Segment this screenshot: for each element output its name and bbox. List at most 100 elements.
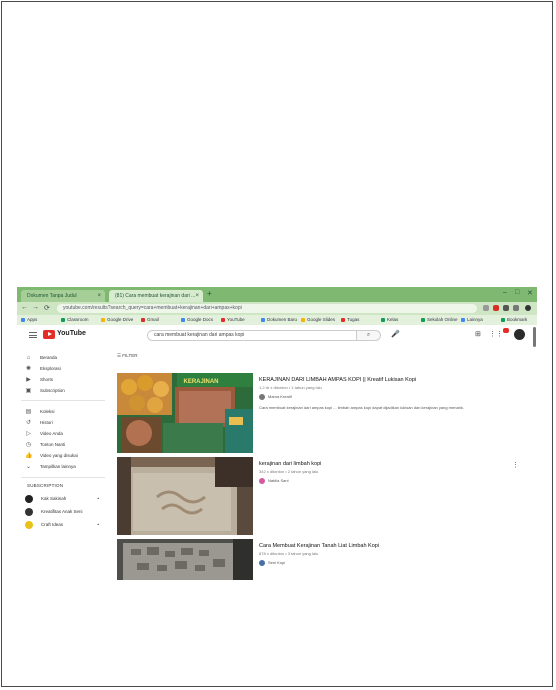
channel-avatar xyxy=(25,507,33,516)
search-result[interactable]: KERAJINAN KERAJINAN DARI LIMBAH AMPAS KO… xyxy=(117,373,527,453)
bookmark-label: Kelas xyxy=(387,317,399,322)
browser-tab-2[interactable]: (81) Cara membuat kerajinan dari ... × xyxy=(109,290,203,302)
bookmark-item[interactable]: Gmail xyxy=(141,316,159,324)
bookmark-item[interactable]: Sekolah Online xyxy=(421,316,458,324)
close-icon[interactable]: × xyxy=(97,290,101,302)
bookmark-item[interactable]: Dokumen Baru xyxy=(261,316,297,324)
subscription-item[interactable]: Kreatifitas Anak Seni xyxy=(25,507,105,517)
scrollbar[interactable] xyxy=(533,327,536,347)
search-result[interactable]: kerajinan dari limbah kopi 342 x ditonto… xyxy=(117,457,527,535)
sidebar-item-shorts[interactable]: ▶ Shorts xyxy=(25,375,105,385)
profile-icon[interactable] xyxy=(525,305,531,311)
menu-icon[interactable] xyxy=(29,332,37,338)
channel-avatar xyxy=(259,394,265,400)
more-options-icon[interactable]: ⋮ xyxy=(512,461,519,469)
video-thumbnail[interactable] xyxy=(117,539,253,580)
sidebar-item-history[interactable]: ↺ Histori xyxy=(25,418,105,428)
extension-icon[interactable] xyxy=(493,305,499,311)
subscription-item[interactable]: Craft Ideas • xyxy=(25,520,105,530)
sidebar-item-label: Video Anda xyxy=(40,431,63,436)
microphone-icon[interactable]: 🎤 xyxy=(391,330,400,338)
bookmark-label: Bookmark xyxy=(507,317,528,322)
bookmark-item[interactable]: Google Docs xyxy=(181,316,213,324)
sidebar-item-label: Tonton Nanti xyxy=(40,442,66,447)
bookmark-item[interactable]: Google Drive xyxy=(101,316,133,324)
home-icon: ⌂ xyxy=(26,355,31,361)
bookmark-item[interactable]: Lainnya xyxy=(461,316,483,324)
sidebar-item-watch-later[interactable]: ◷ Tonton Nanti xyxy=(25,440,105,450)
bookmark-item[interactable]: Kelas xyxy=(381,316,398,324)
video-thumbnail[interactable] xyxy=(117,457,253,535)
video-title[interactable]: kerajinan dari limbah kopi xyxy=(259,461,321,467)
channel-avatar xyxy=(259,560,265,566)
reload-button[interactable]: ⟳ xyxy=(44,304,50,312)
apps-icon[interactable]: ⋮⋮ xyxy=(489,330,503,338)
bookmark-item[interactable]: Bookmark xyxy=(501,316,527,324)
browser-screenshot: Dokumen Tanpa Judul × (81) Cara membuat … xyxy=(17,287,537,580)
channel-label: Nabila Sani xyxy=(268,478,289,484)
channel-name[interactable]: Seni Kopi xyxy=(259,560,285,566)
video-title[interactable]: Cara Membuat Kerajinan Tanah Liat Limbah… xyxy=(259,543,379,549)
channel-name[interactable]: Nabila Sani xyxy=(259,478,288,484)
tab-label: (81) Cara membuat kerajinan dari ... xyxy=(115,293,196,299)
thumbnail-overlay-text: KERAJINAN xyxy=(183,379,218,385)
bookmark-item[interactable]: Classroom xyxy=(61,316,89,324)
tab-bar: Dokumen Tanpa Judul × (81) Cara membuat … xyxy=(17,287,537,302)
bookmark-item[interactable]: Apps xyxy=(21,316,37,324)
search-icon: ⌕ xyxy=(366,332,371,338)
close-icon[interactable]: × xyxy=(195,290,199,302)
sidebar-item-show-more[interactable]: ⌄ Tampilkan lainnya xyxy=(25,462,105,472)
subscription-item[interactable]: Kak Sakinah • xyxy=(25,494,105,504)
new-tab-button[interactable]: + xyxy=(207,289,212,298)
history-icon: ↺ xyxy=(25,420,32,426)
sidebar-item-home[interactable]: ⌂ Beranda xyxy=(25,353,105,363)
sidebar-item-library[interactable]: ▤ Koleksi xyxy=(25,407,105,417)
bookmark-label: YouTube xyxy=(227,317,245,322)
chevron-down-icon: ⌄ xyxy=(25,464,32,470)
sidebar-item-label: Shorts xyxy=(40,377,54,382)
sidebar-item-label: Eksplorasi xyxy=(40,366,61,371)
youtube-brand[interactable]: YouTube xyxy=(57,330,86,337)
sidebar-item-subscriptions[interactable]: ▣ Subscription xyxy=(25,386,105,396)
sidebar-item-your-videos[interactable]: ▷ Video Anda xyxy=(25,429,105,439)
filter-label: FILTER xyxy=(122,353,138,358)
sidebar-item-explore[interactable]: ✺ Eksplorasi xyxy=(25,364,105,374)
coffee-relief-thumbnail-image xyxy=(117,457,253,535)
bookmark-icon xyxy=(501,317,505,322)
maximize-button[interactable]: □ xyxy=(515,289,519,296)
coffee-craft-thumbnail-image: KERAJINAN xyxy=(117,373,253,453)
search-result[interactable]: Cara Membuat Kerajinan Tanah Liat Limbah… xyxy=(117,539,527,580)
extension-icon[interactable] xyxy=(513,305,519,311)
create-video-icon[interactable]: ⊞ xyxy=(475,330,481,338)
bookmark-item[interactable]: Google Slides xyxy=(301,316,335,324)
thumbs-up-icon: 👍 xyxy=(25,453,33,459)
extension-icon[interactable] xyxy=(503,305,509,311)
bookmark-label: Classroom xyxy=(67,317,89,322)
video-title[interactable]: KERAJINAN DARI LIMBAH AMPAS KOPI || Krea… xyxy=(259,377,416,383)
explore-icon: ✺ xyxy=(25,366,32,372)
video-thumbnail[interactable]: KERAJINAN xyxy=(117,373,253,453)
search-input[interactable]: cara membuat kerajinan dari ampas kopi xyxy=(147,330,357,341)
avatar[interactable] xyxy=(514,329,525,340)
bookmark-item[interactable]: Tugas xyxy=(341,316,359,324)
tab-label: Dokumen Tanpa Judul xyxy=(27,293,77,299)
notifications-icon[interactable] xyxy=(503,328,509,333)
extension-icon[interactable] xyxy=(483,305,489,311)
bookmark-item[interactable]: YouTube xyxy=(221,316,245,324)
bookmark-label: Gmail xyxy=(147,317,159,322)
bookmark-icon xyxy=(141,317,145,322)
forward-button[interactable]: → xyxy=(32,304,39,311)
browser-tab-1[interactable]: Dokumen Tanpa Judul × xyxy=(21,290,105,302)
close-window-button[interactable]: ✕ xyxy=(527,289,533,297)
channel-name[interactable]: Mama Kreatif xyxy=(259,394,292,400)
bookmark-icon xyxy=(301,317,305,322)
search-button[interactable]: ⌕ xyxy=(357,330,381,341)
back-button[interactable]: ← xyxy=(21,304,28,311)
coffee-clay-thumbnail-image xyxy=(117,539,253,580)
url-input[interactable]: youtube.com/results?search_query=cara+me… xyxy=(57,304,477,313)
sidebar-item-liked[interactable]: 👍 Video yang disukai xyxy=(25,451,105,461)
minimize-button[interactable]: – xyxy=(503,289,507,296)
youtube-logo-icon[interactable] xyxy=(43,330,55,339)
filter-button[interactable]: ☰ FILTER xyxy=(117,353,137,359)
video-meta: 1,2 rb x ditonton • 1 tahun yang lalu xyxy=(259,385,322,390)
